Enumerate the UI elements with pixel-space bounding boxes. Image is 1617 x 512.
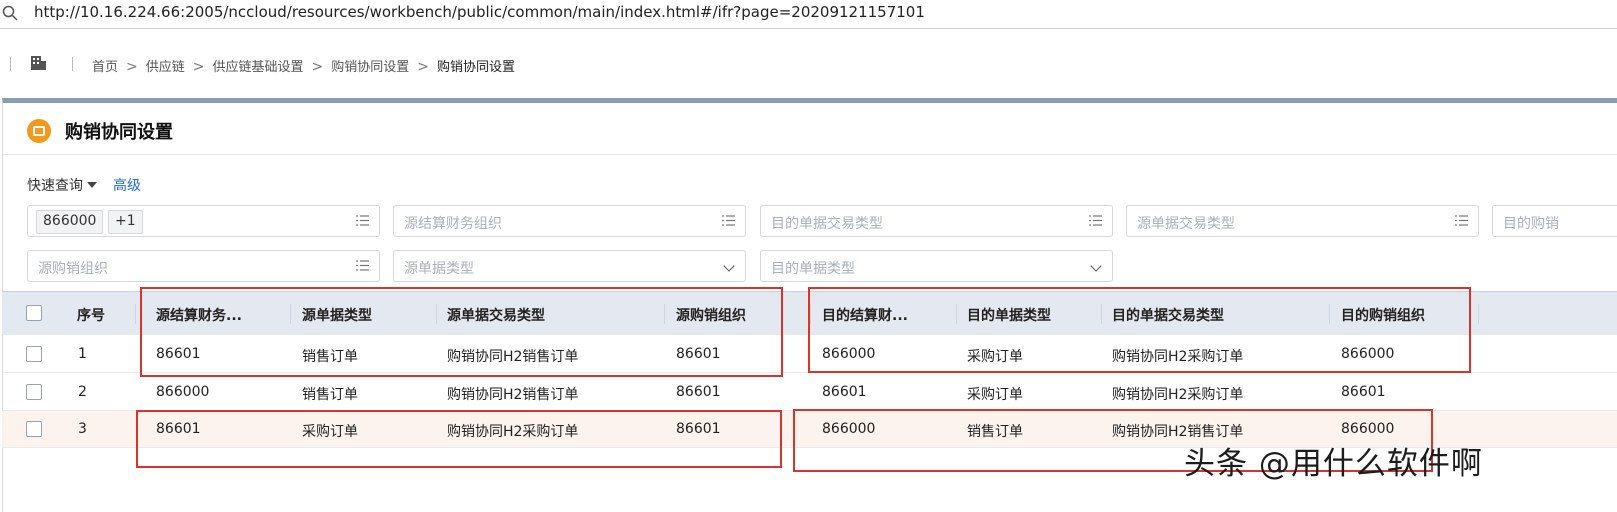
chevron-right-icon: > <box>311 59 324 75</box>
list-icon[interactable] <box>722 215 735 226</box>
src-trans-type-filter[interactable]: 源单据交易类型 <box>1126 205 1479 237</box>
table-row[interactable]: 2 866000 销售订单 购销协同H2销售订单 86601 86601 采购订… <box>2 374 1617 411</box>
watermark: 头条 @用什么软件啊 <box>1184 446 1483 482</box>
src-bill-type-select[interactable]: 源单据类型 <box>393 250 746 282</box>
breadcrumb: 首页 > 供应链 > 供应链基础设置 > 购销协同设置 > 购销协同设置 <box>0 48 1617 80</box>
src-finance-org-filter-selected[interactable]: 866000 +1 <box>27 205 380 237</box>
list-icon[interactable] <box>356 260 369 271</box>
annotation-box <box>136 410 782 468</box>
src-sales-org-filter[interactable]: 源购销组织 <box>27 250 380 282</box>
cell: 购销协同H2采购订单 <box>1112 387 1244 403</box>
cell: 86601 <box>676 384 721 400</box>
divider <box>10 57 11 71</box>
column-header[interactable]: 序号 <box>77 305 105 325</box>
breadcrumb-home[interactable]: 首页 <box>92 60 118 75</box>
chevron-down-icon[interactable] <box>1090 260 1102 272</box>
placeholder: 源购销组织 <box>38 261 108 277</box>
cell: 3 <box>78 421 87 437</box>
cell: 86601 <box>822 384 867 400</box>
quick-query-dropdown[interactable]: 快速查询 <box>27 178 83 194</box>
src-finance-org-filter[interactable]: 源结算财务组织 <box>393 205 746 237</box>
cell: 86601 <box>1341 384 1386 400</box>
placeholder: 目的购销 <box>1503 216 1559 232</box>
breadcrumb-supply-chain[interactable]: 供应链 <box>146 60 185 75</box>
chevron-right-icon: > <box>417 59 429 75</box>
dst-bill-type-select[interactable]: 目的单据类型 <box>760 250 1113 282</box>
placeholder: 源单据类型 <box>404 261 474 277</box>
annotation-box <box>140 287 783 377</box>
page-header: 购销协同设置 <box>3 103 1617 155</box>
divider <box>135 304 136 324</box>
row-checkbox[interactable] <box>26 384 42 400</box>
row-checkbox[interactable] <box>26 421 42 437</box>
chevron-right-icon: > <box>126 59 138 75</box>
cell: 销售订单 <box>302 387 358 403</box>
chevron-down-icon[interactable] <box>723 260 735 272</box>
placeholder: 源单据交易类型 <box>1137 216 1235 232</box>
app-icon <box>27 119 51 143</box>
caret-down-icon[interactable] <box>87 182 97 188</box>
divider <box>72 57 73 71</box>
dst-org-filter[interactable]: 目的购销 <box>1492 205 1617 237</box>
chevron-right-icon: > <box>192 59 205 75</box>
url-text[interactable]: http://10.16.224.66:2005/nccloud/resourc… <box>34 3 925 21</box>
list-icon[interactable] <box>1089 215 1102 226</box>
breadcrumb-current: 购销协同设置 <box>437 60 516 75</box>
divider <box>1478 304 1479 324</box>
more-tag[interactable]: +1 <box>108 210 143 234</box>
breadcrumb-collab-settings[interactable]: 购销协同设置 <box>331 60 409 75</box>
selected-tag[interactable]: 866000 <box>36 210 104 234</box>
building-icon[interactable] <box>29 55 47 71</box>
annotation-box <box>808 287 1471 373</box>
cell: 866000 <box>156 384 210 400</box>
search-icon <box>2 5 18 21</box>
page-title: 购销协同设置 <box>65 122 173 143</box>
list-icon[interactable] <box>356 215 369 226</box>
query-mode-row: 快速查询 高级 <box>27 175 141 195</box>
dst-trans-type-filter[interactable]: 目的单据交易类型 <box>760 205 1113 237</box>
list-icon[interactable] <box>1455 215 1468 226</box>
address-bar[interactable]: http://10.16.224.66:2005/nccloud/resourc… <box>0 0 1617 28</box>
placeholder: 目的单据类型 <box>771 261 855 277</box>
placeholder: 源结算财务组织 <box>404 216 502 232</box>
advanced-query-link[interactable]: 高级 <box>113 178 141 194</box>
cell: 购销协同H2销售订单 <box>447 387 579 403</box>
placeholder: 目的单据交易类型 <box>771 216 883 232</box>
select-all-checkbox[interactable] <box>26 305 42 321</box>
cell: 2 <box>78 384 87 400</box>
breadcrumb-supply-chain-settings[interactable]: 供应链基础设置 <box>213 60 304 75</box>
row-checkbox[interactable] <box>26 346 42 362</box>
divider <box>0 28 1617 29</box>
cell: 1 <box>78 346 87 362</box>
cell: 采购订单 <box>967 387 1023 403</box>
